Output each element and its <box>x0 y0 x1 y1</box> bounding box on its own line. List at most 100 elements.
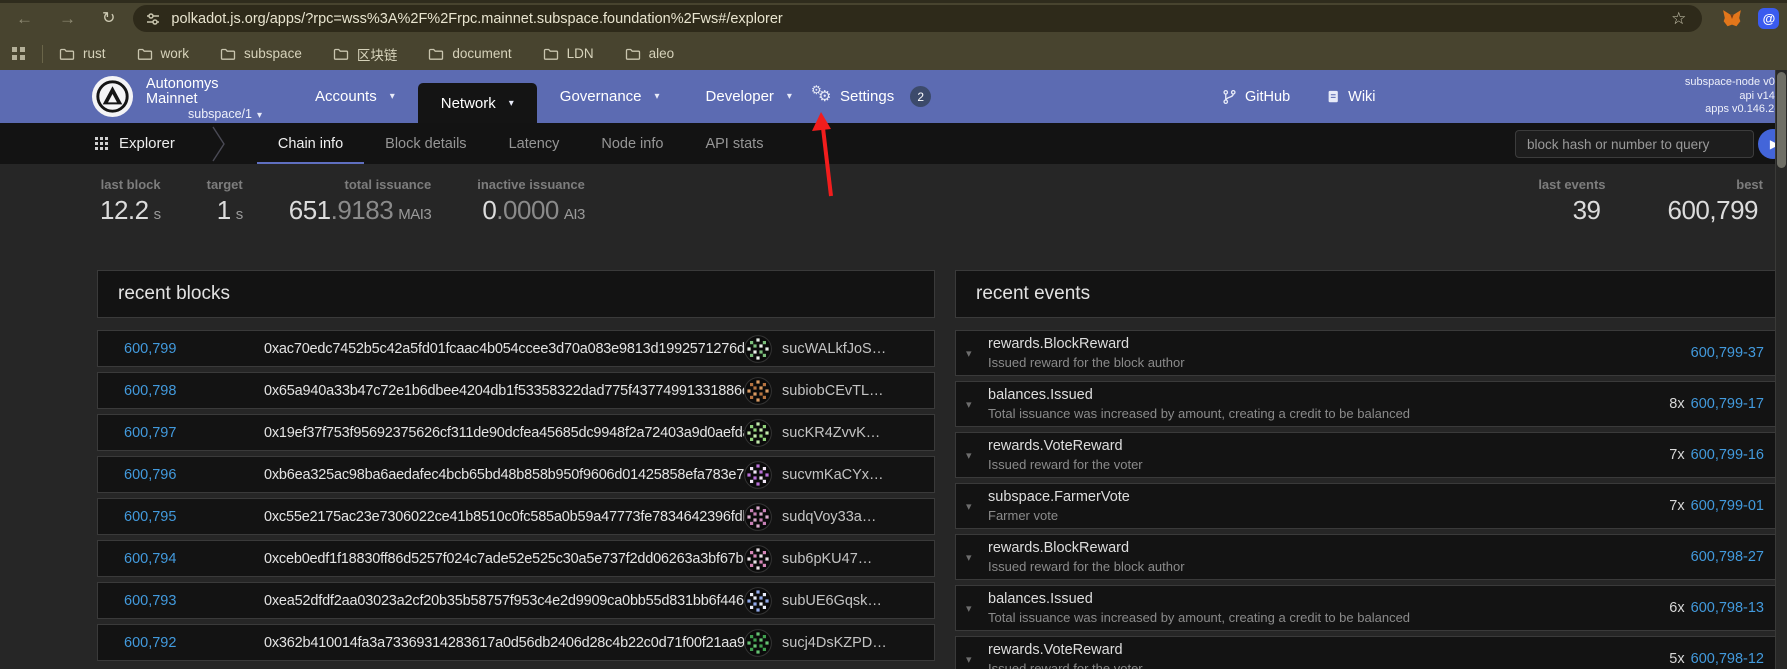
bookmark-folder[interactable]: rust <box>59 46 106 61</box>
event-block-link[interactable]: 600,799-17 <box>1691 396 1764 412</box>
event-block-link[interactable]: 600,798-27 <box>1691 549 1764 565</box>
url-bar[interactable]: polkadot.js.org/apps/?rpc=wss%3A%2F%2Frp… <box>133 5 1702 32</box>
event-row: ▾ rewards.VoteReward Issued reward for t… <box>955 432 1783 478</box>
expand-toggle-icon[interactable]: ▾ <box>966 398 988 411</box>
bookmark-star-icon[interactable]: ☆ <box>1671 9 1686 29</box>
external-links: GitHub Wiki <box>1222 70 1376 123</box>
block-number-link[interactable]: 600,796 <box>124 467 202 483</box>
bookmark-label: document <box>452 46 511 61</box>
tab[interactable]: Latency <box>488 123 581 164</box>
summary-card: inactive issuance 0.0000AI3 <box>477 177 585 226</box>
tab-label: API stats <box>705 136 763 152</box>
event-block-link[interactable]: 600,799-01 <box>1691 498 1764 514</box>
block-row: 600,794 0xceb0edf1f18830ff86d5257f024c7a… <box>97 540 935 577</box>
tab-label: Chain info <box>278 136 343 152</box>
expand-toggle-icon[interactable]: ▾ <box>966 602 988 615</box>
event-text: subspace.FarmerVote Farmer vote <box>988 489 1657 523</box>
nav-menu-item[interactable]: Accounts ▾ <box>292 70 418 123</box>
block-search-input[interactable] <box>1515 130 1754 158</box>
git-branch-icon <box>1222 89 1237 105</box>
block-row: 600,798 0x65a940a33b47c72e1b6dbee4204db1… <box>97 372 935 409</box>
nav-item-label: Governance <box>560 88 642 105</box>
event-block-link[interactable]: 600,798-13 <box>1691 600 1764 616</box>
github-link[interactable]: GitHub <box>1222 89 1290 105</box>
tab[interactable]: API stats <box>684 123 784 164</box>
metamask-icon[interactable] <box>1722 9 1742 28</box>
block-row: 600,799 0xac70edc7452b5c42a5fd01fcaac4b0… <box>97 330 935 367</box>
block-number-link[interactable]: 600,797 <box>124 425 202 441</box>
expand-toggle-icon[interactable]: ▾ <box>966 653 988 666</box>
explorer-section[interactable]: Explorer <box>95 135 175 152</box>
nav-menu: Accounts ▾ Network ▾ Governance ▾ Develo… <box>292 70 815 123</box>
bookmark-folder[interactable]: work <box>137 46 190 61</box>
block-hash: 0x65a940a33b47c72e1b6dbee4204db1f5335832… <box>264 383 744 399</box>
scrollbar-thumb[interactable] <box>1777 72 1786 168</box>
forward-icon[interactable]: → <box>59 10 76 27</box>
bookmark-folder[interactable]: LDN <box>543 46 594 61</box>
block-author-name: sucWALkfJoS… <box>782 341 886 357</box>
back-icon[interactable]: ← <box>16 10 33 27</box>
event-ref: 5x600,798-12 <box>1669 651 1764 667</box>
identicon <box>744 377 772 405</box>
block-number-link[interactable]: 600,795 <box>124 509 202 525</box>
event-row: ▾ rewards.VoteReward Issued reward for t… <box>955 636 1783 669</box>
block-author[interactable]: sudqVoy33a… <box>744 503 918 531</box>
event-row: ▾ balances.Issued Total issuance was inc… <box>955 381 1783 427</box>
expand-toggle-icon[interactable]: ▾ <box>966 449 988 462</box>
expand-toggle-icon[interactable]: ▾ <box>966 500 988 513</box>
tab[interactable]: Node info <box>580 123 684 164</box>
block-author[interactable]: sucKR4ZvvK… <box>744 419 918 447</box>
apps-grid-icon[interactable] <box>12 47 25 60</box>
block-number-link[interactable]: 600,799 <box>124 341 202 357</box>
block-author[interactable]: sub6pKU47… <box>744 545 918 573</box>
tab[interactable]: Block details <box>364 123 487 164</box>
block-author[interactable]: sucvmKaCYx… <box>744 461 918 489</box>
folder-icon <box>625 47 641 60</box>
event-block-link[interactable]: 600,798-12 <box>1691 651 1764 667</box>
block-author[interactable]: sucj4DsKZPD… <box>744 629 918 657</box>
nav-menu-item[interactable]: Governance ▾ <box>537 70 683 123</box>
settings-menu-item[interactable]: ⚙⚙ Settings 2 <box>798 70 945 123</box>
block-author-name: sucj4DsKZPD… <box>782 635 887 651</box>
block-hash: 0xac70edc7452b5c42a5fd01fcaac4b054ccee3d… <box>264 341 744 357</box>
extension-icon[interactable]: @ <box>1758 8 1779 29</box>
block-author-name: sucKR4ZvvK… <box>782 425 880 441</box>
block-author[interactable]: sucWALkfJoS… <box>744 335 918 363</box>
block-number-link[interactable]: 600,798 <box>124 383 202 399</box>
event-description: Total issuance was increased by amount, … <box>988 610 1657 625</box>
bookmark-folder[interactable]: document <box>428 46 511 61</box>
expand-toggle-icon[interactable]: ▾ <box>966 551 988 564</box>
block-author-name: sudqVoy33a… <box>782 509 876 525</box>
event-name: balances.Issued <box>988 591 1657 607</box>
autonomys-logo[interactable] <box>91 75 134 118</box>
event-name: rewards.BlockReward <box>988 540 1673 556</box>
block-number-link[interactable]: 600,793 <box>124 593 202 609</box>
block-author[interactable]: subiobCEvTL… <box>744 377 918 405</box>
tab[interactable]: Chain info <box>257 123 364 164</box>
site-settings-icon[interactable] <box>145 11 161 27</box>
wiki-link[interactable]: Wiki <box>1326 89 1375 105</box>
event-text: rewards.BlockReward Issued reward for th… <box>988 540 1673 574</box>
block-row: 600,797 0x19ef37f753f95692375626cf311de9… <box>97 414 935 451</box>
block-hash: 0x362b410014fa3a73369314283617a0d56db240… <box>264 635 744 651</box>
bookmark-folder[interactable]: 区块链 <box>333 44 398 64</box>
identicon <box>744 335 772 363</box>
event-description: Issued reward for the block author <box>988 355 1673 370</box>
summary-value: 600,799 <box>1668 195 1763 226</box>
event-block-link[interactable]: 600,799-16 <box>1691 447 1764 463</box>
block-number-link[interactable]: 600,792 <box>124 635 202 651</box>
nav-menu-item[interactable]: Network ▾ <box>418 83 537 123</box>
folder-icon <box>220 47 236 60</box>
event-count: 6x <box>1669 600 1684 616</box>
block-number-link[interactable]: 600,794 <box>124 551 202 567</box>
expand-toggle-icon[interactable]: ▾ <box>966 347 988 360</box>
bookmark-folder[interactable]: subspace <box>220 46 302 61</box>
gear-icon: ⚙⚙ <box>812 88 832 106</box>
event-block-link[interactable]: 600,799-37 <box>1691 345 1764 361</box>
block-hash: 0xb6ea325ac98ba6aedafec4bcb65bd48b858b95… <box>264 467 744 483</box>
reload-icon[interactable]: ↻ <box>102 11 115 27</box>
event-text: rewards.BlockReward Issued reward for th… <box>988 336 1673 370</box>
block-author[interactable]: subUE6Gqsk… <box>744 587 918 615</box>
bookmark-folder[interactable]: aleo <box>625 46 675 61</box>
page-scrollbar[interactable] <box>1775 70 1787 669</box>
